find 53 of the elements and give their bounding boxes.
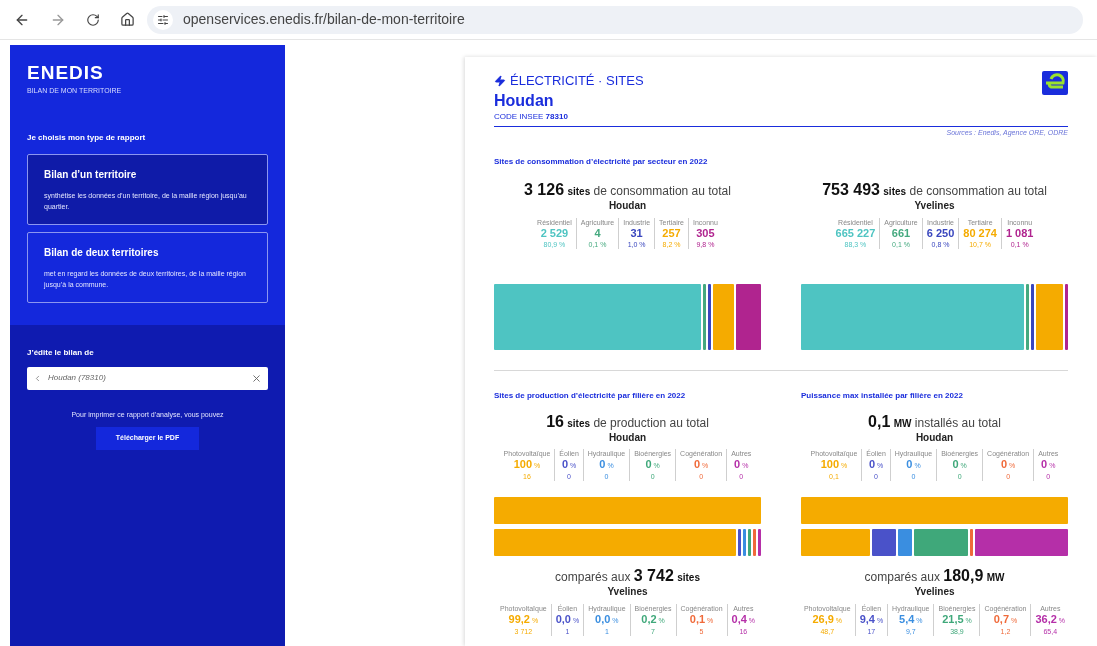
place-name: Yvelines	[607, 586, 648, 599]
stat-value: 305	[696, 226, 715, 240]
report-place: Houdan	[494, 90, 555, 111]
bar-segment	[758, 529, 761, 556]
stat-value: 80 274	[963, 226, 997, 240]
total-line: comparés aux 3 742 sites	[555, 566, 700, 586]
reload-icon[interactable]	[86, 12, 100, 27]
bar-segment	[1031, 283, 1034, 350]
total-line: 753 493 sites de consommation au total	[822, 180, 1047, 200]
bar-segment	[1065, 283, 1068, 350]
clear-icon[interactable]	[251, 372, 262, 384]
address-bar[interactable]: openservices.enedis.fr/bilan-de-mon-territoire	[147, 5, 1083, 34]
bar-segment	[743, 529, 746, 556]
section-heading: Puissance max installée par filière en 2022	[801, 389, 964, 402]
stat-value: 661	[891, 226, 911, 240]
stat-value: 4	[594, 226, 601, 240]
place-name: Houdan	[608, 431, 647, 444]
home-icon[interactable]	[120, 12, 135, 27]
search-value: Houdan (78310)	[48, 372, 107, 384]
place-name: Houdan	[608, 200, 647, 213]
place-name: Yvelines	[914, 586, 955, 599]
lightning-icon	[494, 74, 506, 87]
bar-segment	[738, 529, 741, 556]
logo-icon	[1042, 71, 1068, 95]
insee-code: CODE INSEE 78310	[494, 110, 569, 123]
stat-value: 31	[630, 226, 643, 240]
card-title: Bilan de deux territoires	[44, 245, 160, 260]
total-line: 3 126 sites de consommation au total	[524, 180, 731, 200]
bar-segment	[748, 529, 751, 556]
bar-segment	[1036, 283, 1063, 350]
bar-segment	[1026, 283, 1029, 350]
stat-value: 257	[662, 226, 681, 240]
section-heading: Sites de production d’électricité par filière en 2022	[494, 389, 687, 402]
total-line: 16 sites de production au total	[546, 411, 709, 432]
place-name: Yvelines	[914, 200, 955, 213]
stat-value: 6 250	[926, 226, 955, 240]
place-name: Houdan	[915, 431, 954, 444]
stat-value: 1 081	[1005, 226, 1034, 240]
report-category: ÉLECTRICITÉ · SITES	[510, 72, 644, 90]
section-title: Je choisis mon type de rapport	[27, 131, 147, 144]
section-heading: Sites de consommation d’électricité par secteur en 2022	[494, 156, 709, 168]
total-line: 0,1 MW installés au total	[868, 411, 1001, 432]
stat-value: 2 529	[540, 226, 569, 240]
url-text: openservices.enedis.fr/bilan-de-mon-territoire	[183, 10, 465, 29]
card-title: Bilan d’un territoire	[44, 167, 138, 182]
search-field[interactable]: Houdan (78310)	[27, 366, 268, 390]
site-settings-icon[interactable]	[157, 13, 169, 26]
bar-segment	[753, 529, 756, 556]
edit-label: J’édite le bilan de	[27, 346, 95, 359]
bar-segment	[735, 283, 761, 350]
total-line: comparés aux 180,9 MW	[864, 566, 1005, 586]
brand-logo: ENEDIS	[27, 63, 105, 82]
stat-value: 665 227	[835, 226, 876, 240]
